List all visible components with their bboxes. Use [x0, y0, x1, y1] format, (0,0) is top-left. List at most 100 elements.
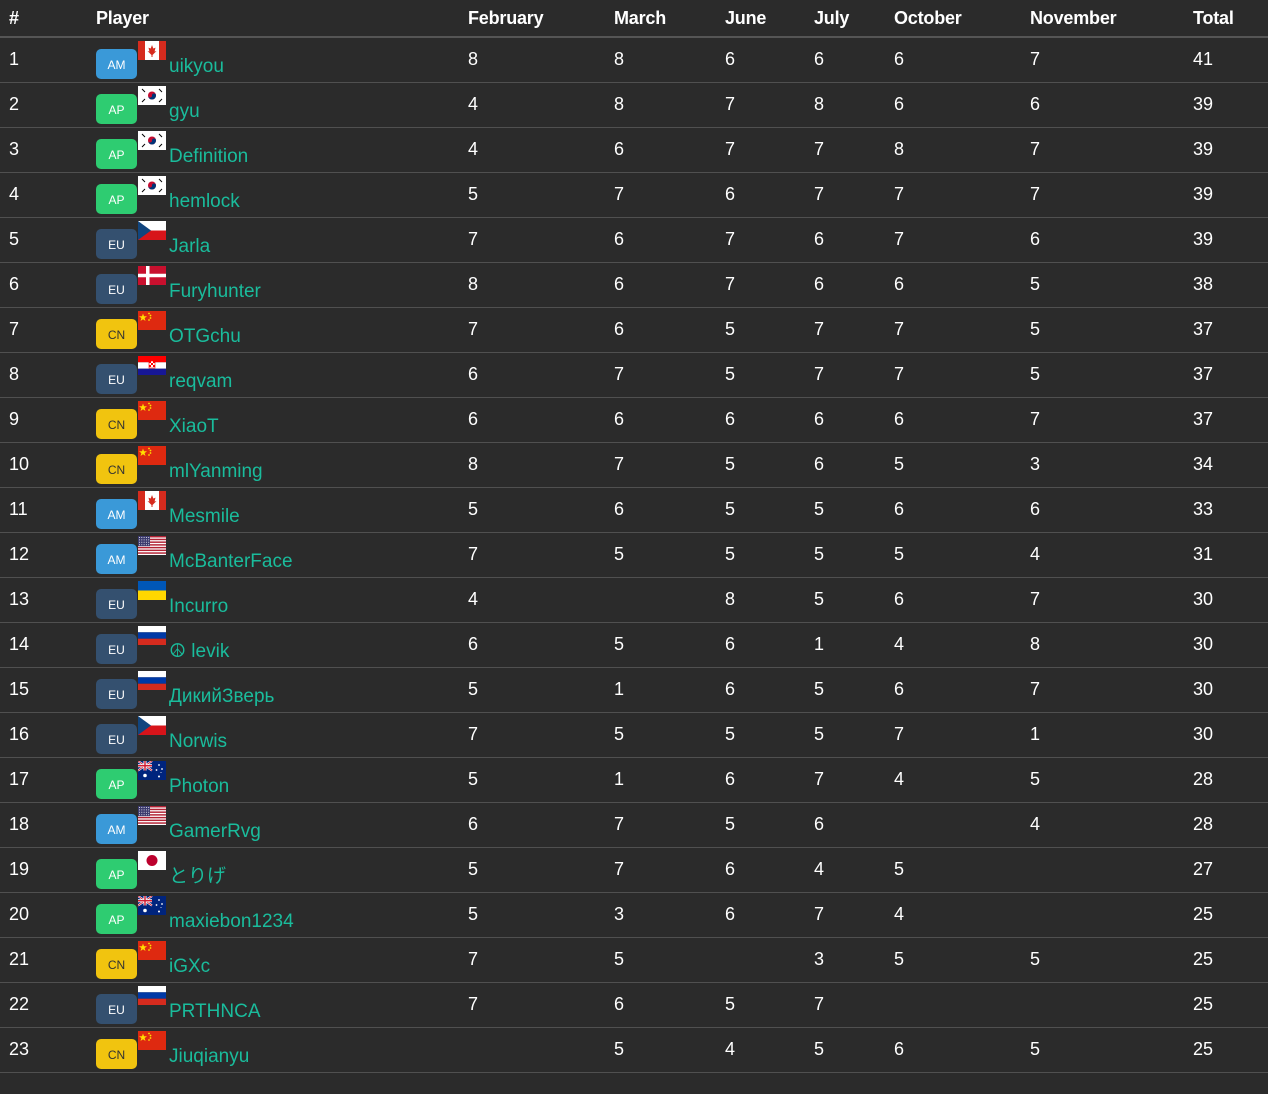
july-score: 6: [814, 397, 894, 443]
july-score: 7: [814, 172, 894, 218]
player-name-link[interactable]: OTGchu: [169, 326, 241, 348]
june-score: 7: [725, 127, 814, 173]
rank-cell: 12: [0, 532, 96, 578]
region-badge: AP: [96, 138, 137, 169]
rank-cell: 18: [0, 802, 96, 848]
col-player-header[interactable]: Player: [96, 0, 468, 38]
july-score: 8: [814, 82, 894, 128]
czech-flag-icon: [138, 715, 166, 735]
col-total-header[interactable]: Total: [1193, 0, 1268, 38]
table-row: 21 CN iGXc 7 5 3 5 5 25: [0, 937, 1268, 983]
march-score: [614, 577, 725, 623]
june-score: 5: [725, 712, 814, 758]
march-score: 5: [614, 532, 725, 578]
player-name-link[interactable]: PRTHNCA: [169, 1001, 261, 1023]
player-name-link[interactable]: XiaoT: [169, 416, 219, 438]
player-cell: EU ДикийЗверь: [96, 667, 468, 713]
july-score: 5: [814, 577, 894, 623]
rank-cell: 20: [0, 892, 96, 938]
july-score: 7: [814, 352, 894, 398]
player-name-link[interactable]: Jarla: [169, 236, 210, 258]
february-score: 7: [468, 937, 614, 983]
player-cell: EU reqvam: [96, 352, 468, 398]
total-score: 37: [1193, 352, 1268, 398]
february-score: 7: [468, 217, 614, 263]
november-score: 5: [1030, 1027, 1193, 1073]
region-badge: AM: [96, 813, 137, 844]
table-row: 23 CN Jiuqianyu 5 4 5 6 5 25: [0, 1027, 1268, 1073]
col-march-header[interactable]: March: [614, 0, 725, 38]
player-info: AP Photon: [96, 760, 468, 799]
player-info: AP とりげ: [96, 850, 468, 889]
player-name-link[interactable]: uikyou: [169, 56, 224, 78]
col-october-header[interactable]: October: [894, 0, 1030, 38]
region-badge: CN: [96, 948, 137, 979]
march-score: 7: [614, 802, 725, 848]
china-flag-icon: [138, 1030, 166, 1050]
november-score: [1030, 847, 1193, 893]
player-name-link[interactable]: Norwis: [169, 731, 227, 753]
rank-cell: 15: [0, 667, 96, 713]
region-badge: EU: [96, 993, 137, 1024]
china-flag-icon: [138, 445, 166, 465]
november-score: 7: [1030, 172, 1193, 218]
player-name-link[interactable]: mlYanming: [169, 461, 263, 483]
rank-cell: 21: [0, 937, 96, 983]
july-score: 3: [814, 937, 894, 983]
player-name-link[interactable]: GamerRvg: [169, 821, 261, 843]
col-november-header[interactable]: November: [1030, 0, 1193, 38]
player-name-link[interactable]: ДикийЗверь: [169, 686, 274, 708]
player-name-link[interactable]: Incurro: [169, 596, 228, 618]
player-name-link[interactable]: とりげ: [169, 861, 226, 888]
player-name-link[interactable]: iGXc: [169, 956, 210, 978]
col-july-header[interactable]: July: [814, 0, 894, 38]
february-score: 7: [468, 982, 614, 1028]
player-name-link[interactable]: hemlock: [169, 191, 240, 213]
player-name-link[interactable]: Jiuqianyu: [169, 1046, 249, 1068]
player-name-link[interactable]: Mesmile: [169, 506, 240, 528]
february-score: 6: [468, 397, 614, 443]
november-score: 7: [1030, 37, 1193, 83]
june-score: 5: [725, 802, 814, 848]
player-name-link[interactable]: reqvam: [169, 371, 232, 393]
rank-cell: 1: [0, 37, 96, 83]
total-score: 27: [1193, 847, 1268, 893]
canada-flag-icon: [138, 490, 166, 510]
region-badge: EU: [96, 363, 137, 394]
player-cell: AP hemlock: [96, 172, 468, 218]
ukraine-flag-icon: [138, 580, 166, 600]
march-score: 7: [614, 442, 725, 488]
february-score: 5: [468, 847, 614, 893]
player-cell: CN mlYanming: [96, 442, 468, 488]
col-february-header[interactable]: February: [468, 0, 614, 38]
table-row: 16 EU Norwis 7 5 5 5 7 1 30: [0, 712, 1268, 758]
june-score: 6: [725, 892, 814, 938]
rank-cell: 13: [0, 577, 96, 623]
player-name-link[interactable]: Furyhunter: [169, 281, 261, 303]
col-june-header[interactable]: June: [725, 0, 814, 38]
table-row: 15 EU ДикийЗверь 5 1 6 5 6 7 30: [0, 667, 1268, 713]
total-score: 39: [1193, 172, 1268, 218]
player-name-link[interactable]: gyu: [169, 101, 200, 123]
total-score: 39: [1193, 217, 1268, 263]
june-score: [725, 937, 814, 983]
player-cell: CN Jiuqianyu: [96, 1027, 468, 1073]
player-name-link[interactable]: ☮ levik: [169, 640, 229, 663]
rank-cell: 14: [0, 622, 96, 668]
player-name-link[interactable]: Definition: [169, 146, 248, 168]
player-cell: EU ☮ levik: [96, 622, 468, 668]
leaderboard-table: # Player February March June July Octobe…: [0, 0, 1268, 1073]
february-score: 7: [468, 307, 614, 353]
player-cell: EU Jarla: [96, 217, 468, 263]
player-name-link[interactable]: maxiebon1234: [169, 911, 294, 933]
region-badge: EU: [96, 273, 137, 304]
russia-flag-icon: [138, 670, 166, 690]
player-info: AP hemlock: [96, 175, 468, 214]
table-row: 4 AP hemlock 5 7 6 7 7 7 39: [0, 172, 1268, 218]
player-info: AP Definition: [96, 130, 468, 169]
player-name-link[interactable]: Photon: [169, 776, 229, 798]
col-rank-header[interactable]: #: [0, 0, 96, 38]
november-score: 5: [1030, 262, 1193, 308]
player-name-link[interactable]: McBanterFace: [169, 551, 293, 573]
rank-cell: 2: [0, 82, 96, 128]
